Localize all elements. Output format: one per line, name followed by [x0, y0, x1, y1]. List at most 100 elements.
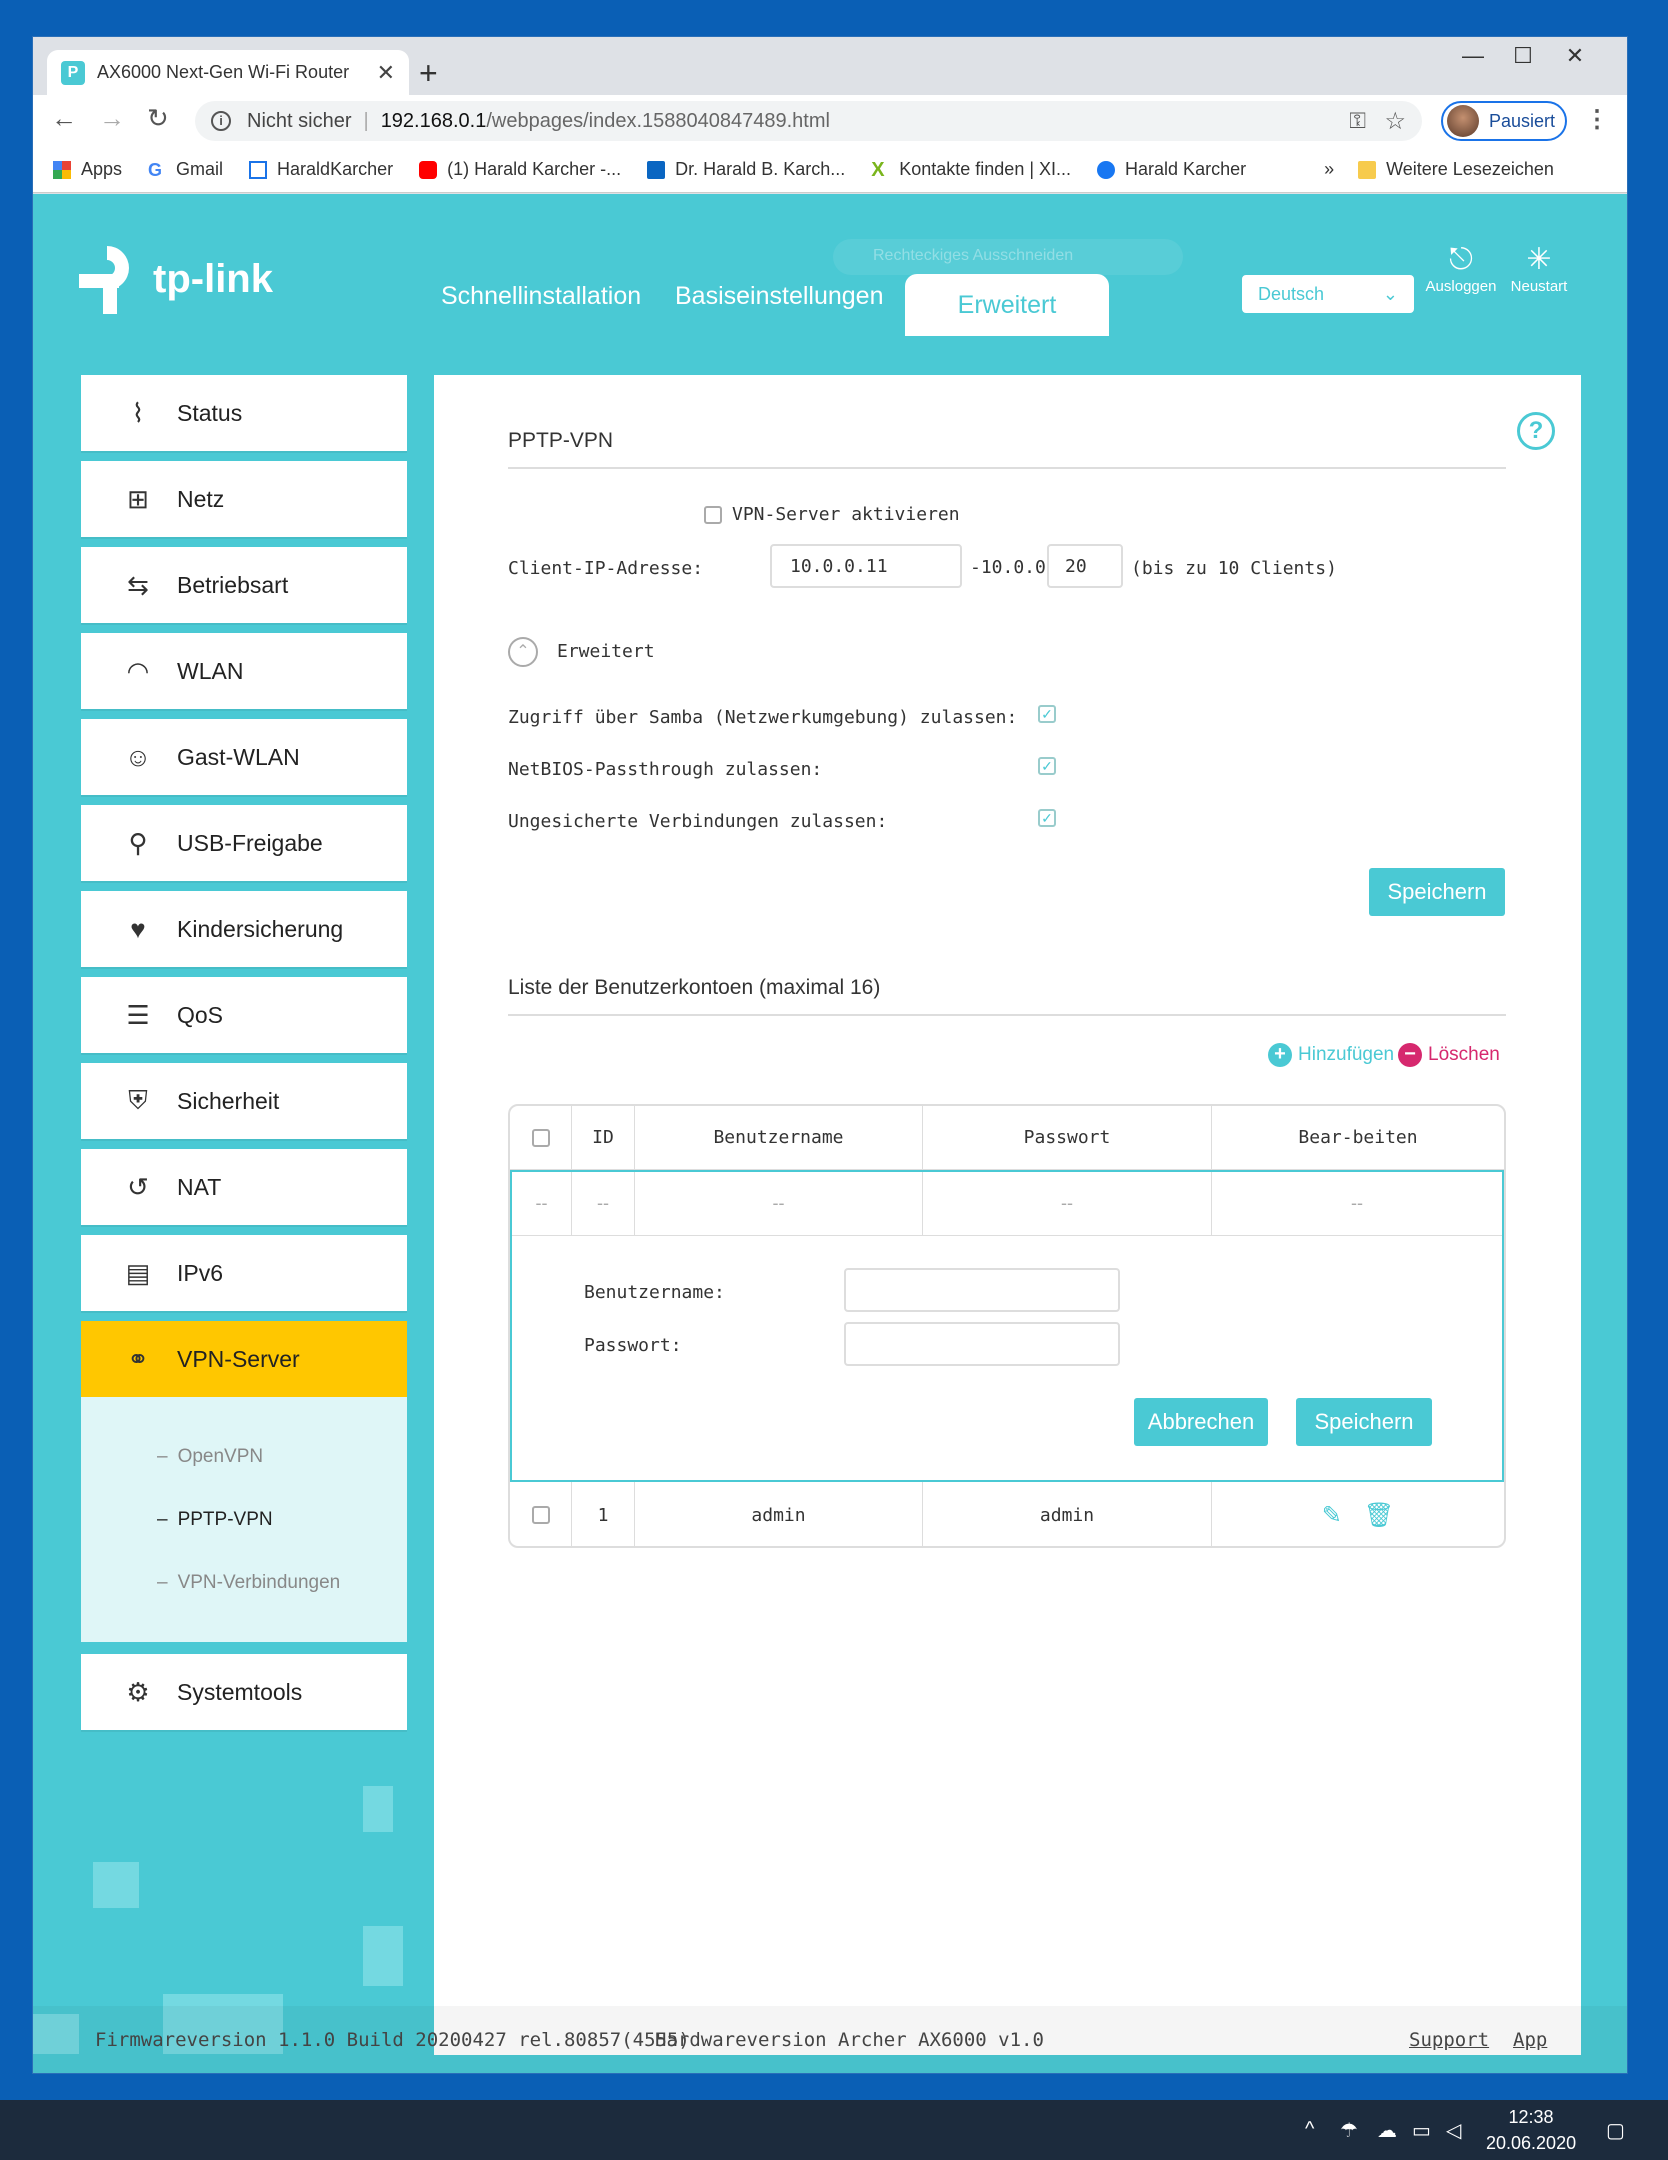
samba-label: Zugriff über Samba (Netzwerkumgebung) zu… [508, 707, 1018, 728]
sidebar-item-ipv6[interactable]: ▤ IPv6 [81, 1235, 407, 1311]
star-icon[interactable]: ☆ [1384, 107, 1406, 136]
bookmark-haraldkarcher[interactable]: HaraldKarcher [249, 159, 393, 180]
bookmark-facebook[interactable]: Harald Karcher [1097, 159, 1246, 180]
sidebar-item-qos[interactable]: ☰ QoS [81, 977, 407, 1053]
add-account-button[interactable]: + Hinzufügen [1268, 1043, 1394, 1067]
advanced-toggle-label[interactable]: Erweitert [557, 641, 655, 662]
clock-time: 12:38 [1508, 2107, 1554, 2127]
avatar [1447, 105, 1479, 137]
app-link[interactable]: App [1513, 2029, 1547, 2051]
language-select[interactable]: Deutsch ⌄ [1242, 275, 1414, 313]
shield-icon: ⛨ [128, 1085, 148, 1115]
table-cell: -- [572, 1172, 635, 1235]
address-bar[interactable]: i Nicht sicher | 192.168.0.1/webpages/in… [195, 101, 1422, 141]
bookmarks-overflow-button[interactable]: » [1324, 159, 1334, 180]
accounts-section-title: Liste der Benutzerkontoen (maximal 16) [508, 976, 1506, 1016]
bookmark-label: Weitere Lesezeichen [1386, 159, 1554, 179]
sidebar-item-gast-wlan[interactable]: ☺ Gast-WLAN [81, 719, 407, 795]
back-icon[interactable]: ← [51, 103, 77, 134]
ip-end-input[interactable]: 20 [1047, 544, 1123, 588]
network-tray-icon[interactable]: ▭ [1412, 2118, 1431, 2143]
decor-tile [363, 1926, 403, 1986]
tray-app-icon[interactable]: ☂ [1340, 2118, 1358, 2143]
enable-vpn-checkbox[interactable] [704, 506, 722, 524]
reboot-icon: ✳ [1526, 243, 1552, 276]
col-id: ID [572, 1106, 635, 1169]
sidebar-item-label: IPv6 [177, 1259, 224, 1286]
password-input[interactable] [844, 1322, 1120, 1366]
row-checkbox[interactable] [531, 1506, 550, 1524]
help-icon[interactable]: ? [1517, 412, 1555, 450]
sidebar-item-kindersicherung[interactable]: ♥ Kindersicherung [81, 891, 407, 967]
tab-close-icon[interactable]: ✕ [377, 60, 395, 86]
sidebar-item-vpn-server[interactable]: ⚭ VPN-Server [81, 1321, 407, 1397]
bookmark-linkedin[interactable]: Dr. Harald B. Karch... [647, 159, 845, 180]
edit-icon[interactable]: ✎ [1322, 1501, 1342, 1530]
cancel-button[interactable]: Abbrechen [1134, 1398, 1268, 1446]
clock-date: 20.06.2020 [1486, 2133, 1577, 2153]
system-clock[interactable]: 12:38 20.06.2020 [1486, 2104, 1576, 2156]
subnav-dash: – [157, 1571, 168, 1593]
sidebar-item-netz[interactable]: ⊞ Netz [81, 461, 407, 537]
browser-tab[interactable]: P AX6000 Next-Gen Wi-Fi Router ✕ [47, 50, 409, 95]
bookmark-youtube[interactable]: (1) Harald Karcher -... [419, 159, 621, 180]
browser-menu-icon[interactable]: ⋮ [1585, 105, 1609, 134]
bookmark-apps[interactable]: Apps [53, 159, 122, 180]
info-icon[interactable]: i [211, 111, 231, 131]
tray-chevron-icon[interactable]: ^ [1305, 2118, 1314, 2141]
forward-icon[interactable]: → [99, 103, 125, 134]
row-id: 1 [572, 1482, 635, 1546]
reboot-button[interactable]: ✳ Neustart [1503, 242, 1575, 296]
minus-circle-icon: − [1398, 1043, 1422, 1067]
logout-button[interactable]: ⎋ Ausloggen [1425, 242, 1497, 296]
netbios-checkbox[interactable]: ✓ [1038, 757, 1056, 775]
profile-button[interactable]: Pausiert [1441, 101, 1567, 141]
tab-advanced[interactable]: Erweitert [905, 274, 1109, 336]
sidebar-item-label: Kindersicherung [177, 915, 344, 942]
support-link[interactable]: Support [1409, 2029, 1489, 2051]
volume-icon[interactable]: ◁ [1446, 2118, 1461, 2143]
samba-checkbox[interactable]: ✓ [1038, 705, 1056, 723]
bookmark-xing[interactable]: X Kontakte finden | XI... [871, 159, 1071, 180]
tab-basic[interactable]: Basiseinstellungen [675, 282, 883, 311]
reload-icon[interactable]: ↻ [147, 103, 169, 134]
tab-quick-setup[interactable]: Schnellinstallation [441, 282, 641, 311]
new-tab-button[interactable]: + [419, 55, 438, 92]
subnav-vpn-connections[interactable]: – VPN-Verbindungen [157, 1551, 407, 1614]
sidebar-item-sicherheit[interactable]: ⛨ Sicherheit [81, 1063, 407, 1139]
bookmark-other[interactable]: Weitere Lesezeichen [1358, 159, 1554, 180]
collapse-advanced-icon[interactable]: ⌃ [508, 637, 538, 667]
sidebar-item-betriebsart[interactable]: ⇆ Betriebsart [81, 547, 407, 623]
ip-start-input[interactable]: 10.0.0.11 [770, 544, 962, 588]
sidebar-item-nat[interactable]: ↺ NAT [81, 1149, 407, 1225]
guests-icon: ☺ [124, 741, 152, 772]
unsecured-label: Ungesicherte Verbindungen zulassen: [508, 811, 888, 832]
security-label: Nicht sicher [247, 109, 352, 132]
subnav-openvpn[interactable]: – OpenVPN [157, 1425, 407, 1488]
snip-overlay-hint: Rechteckiges Ausschneiden [833, 239, 1183, 275]
bookmark-gmail[interactable]: G Gmail [148, 159, 223, 180]
sidebar-item-systemtools[interactable]: ⚙ Systemtools [81, 1654, 407, 1730]
unsecured-checkbox[interactable]: ✓ [1038, 809, 1056, 827]
trash-icon[interactable]: 🗑 [1364, 1501, 1394, 1530]
form-save-button[interactable]: Speichern [1296, 1398, 1432, 1446]
mode-icon: ⇆ [127, 569, 149, 600]
sidebar-item-wlan[interactable]: ◠ WLAN [81, 633, 407, 709]
sidebar-item-usb[interactable]: ⚲ USB-Freigabe [81, 805, 407, 881]
subnav-dash: – [157, 1445, 168, 1467]
subnav-pptp-vpn[interactable]: – PPTP-VPN [157, 1488, 407, 1551]
maximize-icon[interactable]: ☐ [1503, 43, 1543, 69]
facebook-icon [1097, 160, 1116, 179]
pptp-save-button[interactable]: Speichern [1369, 868, 1505, 916]
key-icon[interactable]: ⚿ [1349, 108, 1366, 134]
delete-account-button[interactable]: − Löschen [1398, 1043, 1500, 1067]
tab-title: AX6000 Next-Gen Wi-Fi Router [97, 62, 350, 82]
select-all-checkbox[interactable] [531, 1128, 550, 1147]
folder-icon [1358, 160, 1377, 179]
minimize-icon[interactable]: — [1453, 43, 1493, 69]
close-window-icon[interactable]: ✕ [1555, 43, 1595, 69]
cloud-icon[interactable]: ☁ [1377, 2118, 1397, 2143]
username-input[interactable] [844, 1268, 1120, 1312]
sidebar-item-status[interactable]: ⌇ Status [81, 375, 407, 451]
notification-icon[interactable]: ▢ [1606, 2118, 1625, 2143]
